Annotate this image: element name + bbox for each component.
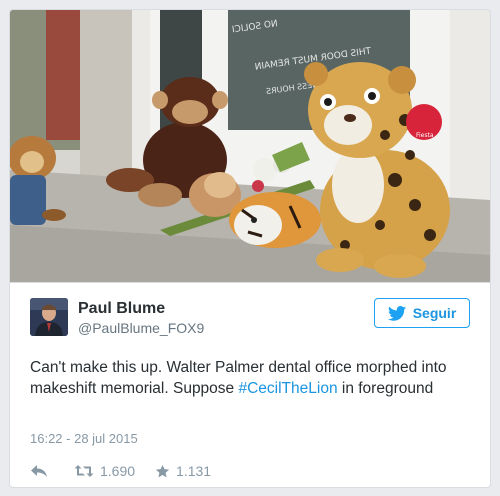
tweet-text-after: in foreground bbox=[337, 380, 434, 397]
tweet-text: Can't make this up. Walter Palmer dental… bbox=[30, 357, 470, 399]
tweet-card: NO SOLICI THIS DOOR MUST REMAIN DURING B… bbox=[9, 9, 491, 488]
tweet-actions: 1.690 1.131 bbox=[30, 461, 211, 481]
like-button[interactable]: 1.131 bbox=[155, 463, 211, 479]
retweet-button[interactable]: 1.690 bbox=[74, 463, 135, 479]
like-count: 1.131 bbox=[176, 463, 212, 479]
author-name[interactable]: Paul Blume bbox=[78, 300, 165, 318]
brick-wall bbox=[46, 10, 84, 140]
author-handle[interactable]: @PaulBlume_FOX9 bbox=[78, 320, 204, 336]
tiger-toy bbox=[229, 192, 321, 248]
follow-button[interactable]: Seguir bbox=[374, 298, 470, 328]
avatar[interactable] bbox=[30, 298, 68, 336]
toy-tag-text: Fiesta bbox=[416, 132, 434, 139]
avatar-image bbox=[30, 298, 68, 336]
star-icon bbox=[155, 464, 170, 477]
retweet-icon bbox=[74, 465, 94, 477]
memorial-photo: NO SOLICI THIS DOOR MUST REMAIN DURING B… bbox=[10, 10, 490, 282]
twitter-bird-icon bbox=[387, 305, 406, 321]
tweet-author: Paul Blume @PaulBlume_FOX9 Seguir bbox=[30, 298, 470, 338]
hashtag-link[interactable]: #CecilTheLion bbox=[238, 380, 337, 397]
follow-label: Seguir bbox=[412, 305, 457, 321]
tweet-timestamp[interactable]: 16:22 - 28 jul 2015 bbox=[30, 431, 138, 446]
column bbox=[80, 10, 132, 190]
tweet-photo[interactable]: NO SOLICI THIS DOOR MUST REMAIN DURING B… bbox=[10, 10, 490, 283]
retweet-count: 1.690 bbox=[100, 463, 136, 479]
reply-icon bbox=[31, 465, 47, 477]
reply-button[interactable] bbox=[30, 464, 48, 478]
